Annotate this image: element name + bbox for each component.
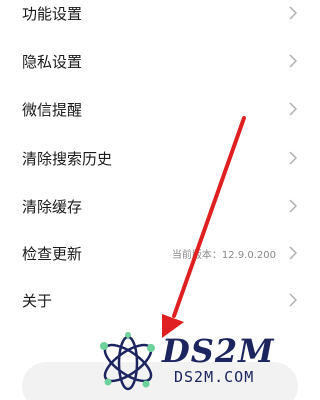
settings-screen: 功能设置 隐私设置 微信提醒 清除搜索历史 清除缓存 检查更新 当前版本：12.… — [0, 0, 320, 400]
menu-item-clear-search-history[interactable]: 清除搜索历史 — [0, 134, 320, 182]
chevron-right-icon — [286, 246, 300, 260]
chevron-right-icon — [286, 199, 300, 213]
menu-item-label: 清除缓存 — [22, 197, 83, 216]
version-value: 当前版本：12.9.0.200 — [171, 249, 276, 261]
menu-item-label: 隐私设置 — [22, 52, 83, 71]
menu-item-privacy-settings[interactable]: 隐私设置 — [0, 37, 320, 85]
menu-item-label: 清除搜索历史 — [22, 149, 113, 168]
chevron-right-icon — [286, 293, 300, 307]
menu-item-label: 关于 — [22, 291, 53, 310]
chevron-right-icon — [286, 151, 300, 165]
menu-item-about[interactable]: 关于 — [0, 276, 320, 324]
chevron-right-icon — [286, 102, 300, 116]
chevron-right-icon — [286, 6, 300, 20]
menu-item-label: 检查更新 — [22, 244, 83, 263]
menu-item-function-settings[interactable]: 功能设置 — [0, 0, 320, 37]
menu-item-wechat-reminder[interactable]: 微信提醒 — [0, 85, 320, 133]
menu-item-clear-cache[interactable]: 清除缓存 — [0, 182, 320, 230]
logout-button[interactable] — [22, 362, 298, 400]
menu-item-check-update[interactable]: 检查更新 当前版本：12.9.0.200 — [0, 229, 320, 277]
chevron-right-icon — [286, 54, 300, 68]
menu-item-label: 微信提醒 — [22, 100, 83, 119]
menu-item-label: 功能设置 — [22, 4, 83, 23]
